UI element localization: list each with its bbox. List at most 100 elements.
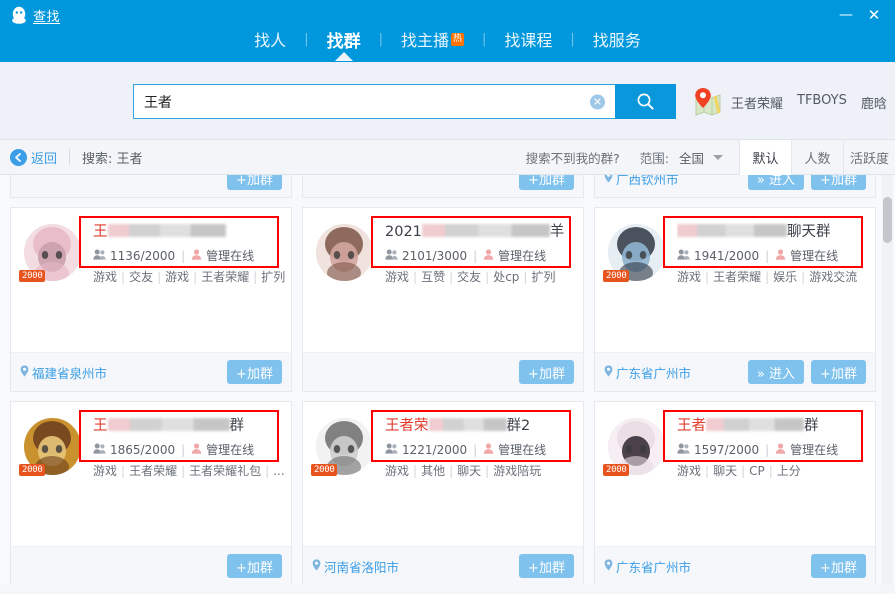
back-button[interactable]: 返回 — [10, 148, 57, 167]
member-count: 1941/2000 — [694, 248, 760, 263]
group-name[interactable]: 聊天群 — [677, 222, 869, 242]
group-card[interactable]: 2021 羊 2101/3000 | 管理在线 游戏 | 互赞 | 交友 | 处cp | 扩列 +加群 — [302, 207, 584, 392]
group-tag[interactable]: 扩列 — [261, 270, 285, 284]
join-group-button[interactable]: +加群 — [227, 360, 282, 384]
card-action-buttons: +加群 — [519, 360, 574, 384]
active-tab-caret-icon — [334, 51, 353, 61]
group-card-partial[interactable]: +加群 — [10, 175, 292, 198]
nav-item-3[interactable]: 找课程 — [502, 27, 554, 51]
hot-keyword-0[interactable]: 王者荣耀 — [731, 93, 783, 112]
group-tag[interactable]: 游戏交流 — [809, 270, 857, 284]
nav-item-0[interactable]: 找人 — [252, 27, 288, 51]
group-tag[interactable]: 聊天 — [457, 464, 481, 478]
group-name[interactable]: 王 — [93, 222, 285, 242]
group-tag[interactable]: 交友 — [457, 270, 481, 284]
map-pin-icon[interactable] — [691, 86, 721, 118]
vertical-scroll-thumb[interactable] — [883, 197, 892, 243]
group-tag[interactable]: 其他 — [421, 464, 445, 478]
join-group-button[interactable]: +加群 — [227, 554, 282, 578]
group-name-suffix: 群 — [804, 418, 819, 434]
card-footer: 福建省泉州市 +加群 — [11, 352, 291, 391]
scope-value[interactable]: 全国 — [679, 148, 704, 167]
group-card[interactable]: 2000 王者荣 群2 1221/2000 | 管理在线 游戏 | 其他 | 聊天 | 游戏陪玩 河南省洛… — [302, 401, 584, 585]
group-tag[interactable]: 王者荣耀礼包 — [189, 464, 261, 478]
group-tag[interactable]: 游戏 — [93, 464, 117, 478]
card-footer: 河南省洛阳市 +加群 — [303, 546, 583, 585]
redacted-name-region — [107, 224, 226, 237]
card-main: 聊天群 1941/2000 | 管理在线 游戏 | 王者荣耀 | 娱乐 | 游戏交流 — [677, 222, 869, 285]
join-group-button[interactable]: +加群 — [227, 175, 282, 190]
group-card-partial[interactable]: 广西钦州市 » 进入 +加群 — [594, 175, 876, 198]
group-tag[interactable]: 游戏 — [677, 464, 701, 478]
join-group-button[interactable]: +加群 — [811, 554, 866, 578]
group-tag[interactable]: 上分 — [777, 464, 801, 478]
group-tag[interactable]: ... — [273, 464, 284, 478]
group-name[interactable]: 王群 — [93, 416, 285, 436]
clear-icon[interactable]: ✕ — [590, 94, 605, 109]
cannot-find-group-link[interactable]: 搜索不到我的群? — [526, 148, 620, 167]
join-group-button[interactable]: +加群 — [519, 360, 574, 384]
group-card[interactable]: 2000 聊天群 1941/2000 | 管理在线 游戏 | 王者荣耀 | 娱乐 | 游戏交流 广东省广… — [594, 207, 876, 392]
chevron-down-icon[interactable] — [713, 155, 723, 160]
group-tag[interactable]: 王者荣耀 — [713, 270, 761, 284]
group-tag[interactable]: 互赞 — [421, 270, 445, 284]
sort-tab-1[interactable]: 人数 — [791, 140, 843, 175]
nav-item-2[interactable]: 找主播热 — [399, 27, 466, 51]
tag-separator: | — [485, 270, 490, 284]
hot-keyword-1[interactable]: TFBOYS — [797, 93, 847, 112]
avatar[interactable] — [316, 224, 373, 281]
group-card[interactable]: 2000 王群 1865/2000 | 管理在线 游戏 | 王者荣耀 | 王者荣耀礼包 |... +加… — [10, 401, 292, 585]
group-name[interactable]: 王者荣 群2 — [385, 416, 577, 436]
group-tag[interactable]: 娱乐 — [773, 270, 797, 284]
nav-item-4[interactable]: 找服务 — [591, 27, 643, 51]
group-name-prefix: 2021 — [385, 224, 422, 240]
search-input[interactable] — [144, 86, 584, 117]
sort-tab-2[interactable]: 活跃度 — [843, 140, 895, 175]
search-button[interactable] — [615, 84, 676, 119]
group-tag[interactable]: 扩列 — [531, 270, 555, 284]
group-tag[interactable]: 游戏 — [165, 270, 189, 284]
group-tag[interactable]: 游戏 — [677, 270, 701, 284]
enter-group-button[interactable]: » 进入 — [747, 175, 804, 190]
tag-separator: | — [121, 270, 126, 284]
group-meta: 1941/2000 | 管理在线 — [677, 247, 869, 264]
group-tag[interactable]: 聊天 — [713, 464, 737, 478]
group-card[interactable]: 2000 王 1136/2000 | 管理在线 游戏 | 交友 | 游戏 | 王者荣耀 | 扩列 福建省泉州… — [10, 207, 292, 392]
tag-separator: | — [485, 464, 490, 478]
join-group-button[interactable]: +加群 — [519, 554, 574, 578]
group-tag[interactable]: 王者荣耀 — [129, 464, 177, 478]
enter-group-button[interactable]: » 进入 — [747, 360, 804, 384]
join-group-button[interactable]: +加群 — [811, 175, 866, 190]
group-tag[interactable]: 游戏 — [385, 464, 409, 478]
card-footer: +加群 — [303, 175, 583, 197]
group-tag[interactable]: 游戏 — [385, 270, 409, 284]
join-group-button[interactable]: +加群 — [519, 175, 574, 190]
group-card-partial[interactable]: +加群 — [302, 175, 584, 198]
group-tag[interactable]: 王者荣耀 — [201, 270, 249, 284]
group-location: 福建省泉州市 — [20, 363, 107, 382]
group-tag[interactable]: CP — [749, 464, 765, 478]
hot-keyword-2[interactable]: 鹿晗 — [861, 93, 887, 112]
nav-item-label: 找主播 — [400, 31, 449, 50]
capacity-badge: 2000 — [603, 464, 630, 476]
group-tag[interactable]: 游戏陪玩 — [493, 464, 541, 478]
sort-tab-0[interactable]: 默认 — [739, 140, 791, 175]
location-pin-icon — [20, 364, 29, 380]
group-name[interactable]: 王者 群 — [677, 416, 869, 436]
group-card[interactable]: 2000 王者群 1597/2000 | 管理在线 游戏 | 聊天 | CP | 上分 广东省广州市 +加… — [594, 401, 876, 585]
nav-item-1[interactable]: 找群 — [325, 27, 363, 61]
group-name[interactable]: 2021 羊 — [385, 222, 577, 242]
scrollbar[interactable] — [882, 175, 893, 585]
redacted-name-region — [421, 224, 550, 237]
card-main: 王者荣 群2 1221/2000 | 管理在线 游戏 | 其他 | 聊天 | 游戏陪玩 — [385, 416, 577, 479]
join-group-button[interactable]: +加群 — [811, 360, 866, 384]
card-body: 2000 王者群 1597/2000 | 管理在线 游戏 | 聊天 | CP | 上分 — [595, 402, 875, 547]
admin-person-icon — [483, 248, 494, 263]
search-echo: 搜索: 王者 — [82, 151, 143, 167]
group-tag[interactable]: 处cp — [493, 270, 519, 284]
tag-separator: | — [413, 270, 418, 284]
group-tag[interactable]: 游戏 — [93, 270, 117, 284]
members-icon — [385, 443, 398, 457]
group-name-prefix: 王 — [93, 418, 108, 434]
group-tag[interactable]: 交友 — [129, 270, 153, 284]
